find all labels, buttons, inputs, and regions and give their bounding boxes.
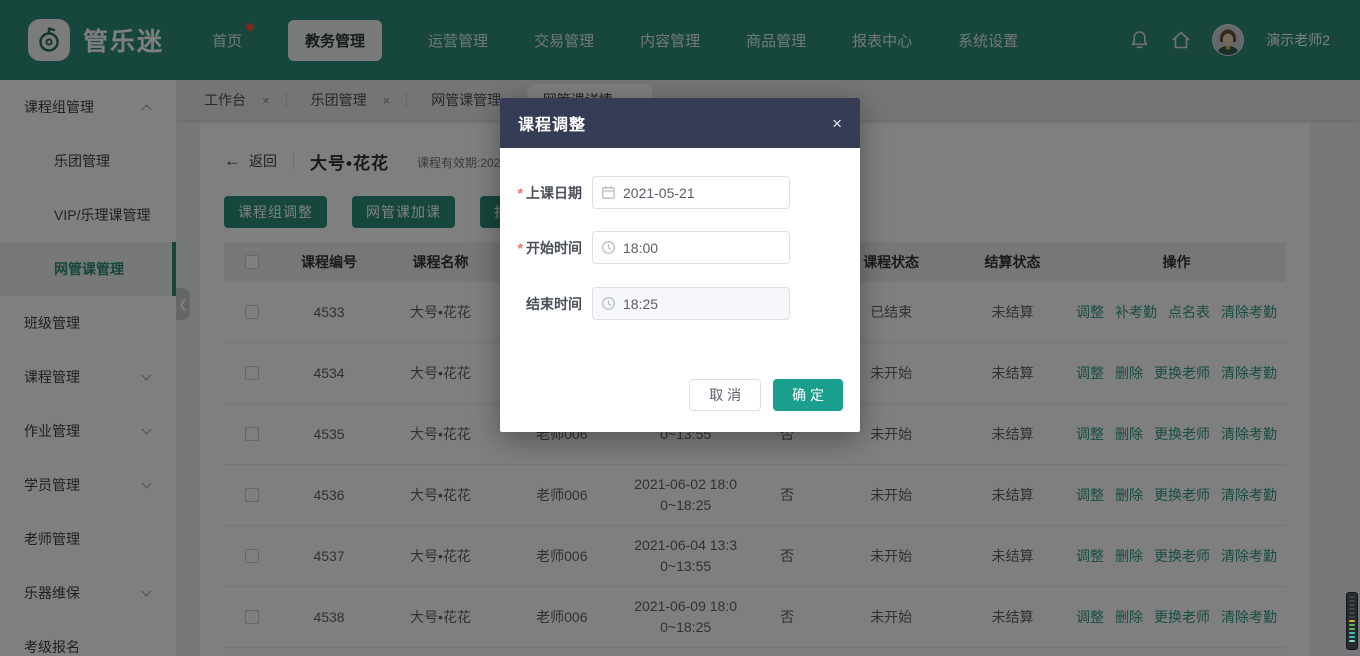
minimap-line	[1349, 624, 1355, 626]
close-icon[interactable]: ×	[832, 115, 842, 132]
modal-title: 课程调整	[518, 111, 586, 135]
form-row-2: *开始时间 18:00	[500, 231, 860, 264]
required-asterisk: *	[518, 240, 523, 256]
field-label-text: 开始时间	[526, 240, 582, 256]
clock-icon	[601, 296, 616, 311]
field-label: 结束时间	[500, 294, 582, 314]
field-input-3: 18:25	[592, 287, 790, 320]
field-label-text: 结束时间	[526, 296, 582, 312]
minimap-line	[1349, 632, 1355, 634]
modal-header: 课程调整 ×	[500, 98, 860, 148]
clock-icon	[601, 240, 616, 255]
minimap-line	[1349, 640, 1355, 642]
form-row-1: *上课日期 2021-05-21	[500, 176, 860, 209]
minimap-line	[1349, 636, 1355, 638]
minimap-line	[1349, 612, 1355, 614]
field-input-1[interactable]: 2021-05-21	[592, 176, 790, 209]
cancel-button[interactable]: 取 消	[689, 379, 761, 411]
minimap-line	[1349, 608, 1355, 610]
minimap-line	[1349, 628, 1355, 630]
minimap-line	[1349, 616, 1355, 618]
app-root: 管乐迷 首页教务管理运营管理交易管理内容管理商品管理报表中心系统设置	[0, 0, 1360, 656]
minimap-line	[1349, 596, 1355, 598]
field-label: *上课日期	[500, 183, 582, 203]
minimap-line	[1349, 600, 1355, 602]
minimap-line	[1349, 604, 1355, 606]
field-value: 18:00	[623, 240, 658, 256]
field-value: 2021-05-21	[623, 185, 695, 201]
modal-footer: 取 消 确 定	[689, 379, 843, 411]
course-adjust-modal: 课程调整 × *上课日期2021-05-21*开始时间18:00结束时间18:2…	[500, 98, 860, 432]
field-label-text: 上课日期	[526, 185, 582, 201]
form-row-3: 结束时间 18:25	[500, 287, 860, 320]
required-asterisk: *	[518, 185, 523, 201]
calendar-icon	[601, 185, 616, 200]
field-input-2[interactable]: 18:00	[592, 231, 790, 264]
confirm-button[interactable]: 确 定	[773, 379, 843, 411]
minimap-line	[1349, 620, 1355, 622]
field-value: 18:25	[623, 296, 658, 312]
scroll-minimap[interactable]	[1346, 592, 1358, 650]
field-label: *开始时间	[500, 238, 582, 258]
